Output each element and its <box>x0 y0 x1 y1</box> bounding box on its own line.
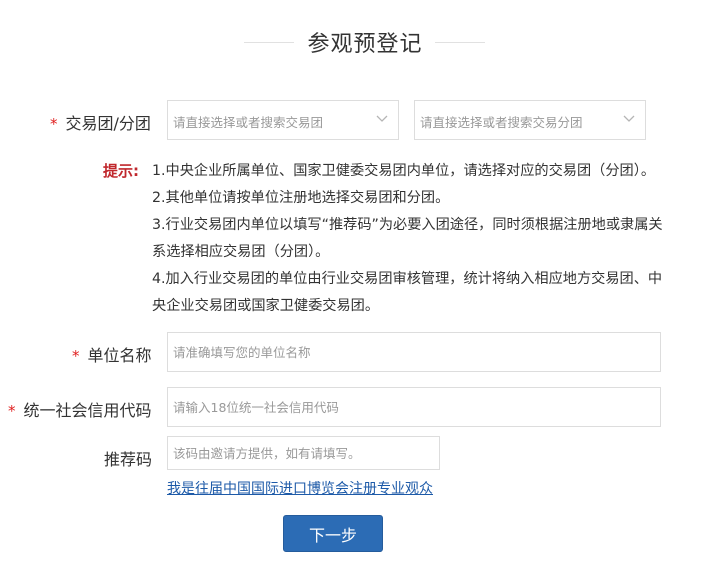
page-title: 参观预登记 <box>307 32 423 57</box>
trade-group-select-placeholder: 请直接选择或者搜索交易团 <box>173 115 324 130</box>
title-divider-left <box>244 42 294 43</box>
next-step-button[interactable]: 下一步 <box>283 515 383 552</box>
hint-line-1: 1.中央企业所属单位、国家卫健委交易团内单位，请选择对应的交易团（分团）。 <box>152 163 656 179</box>
hint-label: 提示: <box>103 162 139 180</box>
trade-group-label-row: * 交易团/分团 <box>50 110 151 134</box>
trade-group-select[interactable]: 请直接选择或者搜索交易团 <box>167 100 399 140</box>
credit-code-label-row: * 统一社会信用代码 <box>8 397 152 421</box>
hint-line-3: 3.行业交易团内单位以填写“推荐码”为必要入团途径，同时须根据注册地或隶属关 <box>152 217 663 233</box>
required-mark: * <box>72 347 80 365</box>
credit-code-input[interactable] <box>167 387 661 427</box>
required-mark: * <box>8 402 16 420</box>
hint-line-6: 央企业交易团或国家卫健委交易团。 <box>152 298 380 314</box>
trade-subgroup-select-placeholder: 请直接选择或者搜索交易分团 <box>420 115 583 130</box>
hint-line-4: 系选择相应交易团（分团）。 <box>152 244 330 260</box>
required-mark: * <box>50 115 58 133</box>
title-divider-right <box>435 42 485 43</box>
hint-line-5: 4.加入行业交易团的单位由行业交易团审核管理，统计将纳入相应地方交易团、中 <box>152 271 663 287</box>
unit-name-input[interactable] <box>167 332 661 372</box>
page-header: 参观预登记 <box>0 26 727 60</box>
unit-name-label-row: * 单位名称 <box>72 342 152 366</box>
credit-code-label: 统一社会信用代码 <box>23 401 152 420</box>
chevron-down-icon <box>376 115 388 122</box>
hint-line-2: 2.其他单位请按单位注册地选择交易团和分团。 <box>152 190 450 206</box>
referral-code-input[interactable] <box>167 436 440 470</box>
trade-group-label: 交易团/分团 <box>65 114 151 133</box>
unit-name-label: 单位名称 <box>87 346 152 365</box>
past-visitor-link[interactable]: 我是往届中国国际进口博览会注册专业观众 <box>167 478 433 498</box>
trade-subgroup-select[interactable]: 请直接选择或者搜索交易分团 <box>414 100 646 140</box>
chevron-down-icon <box>623 115 635 122</box>
referral-code-label: 推荐码 <box>104 450 153 469</box>
